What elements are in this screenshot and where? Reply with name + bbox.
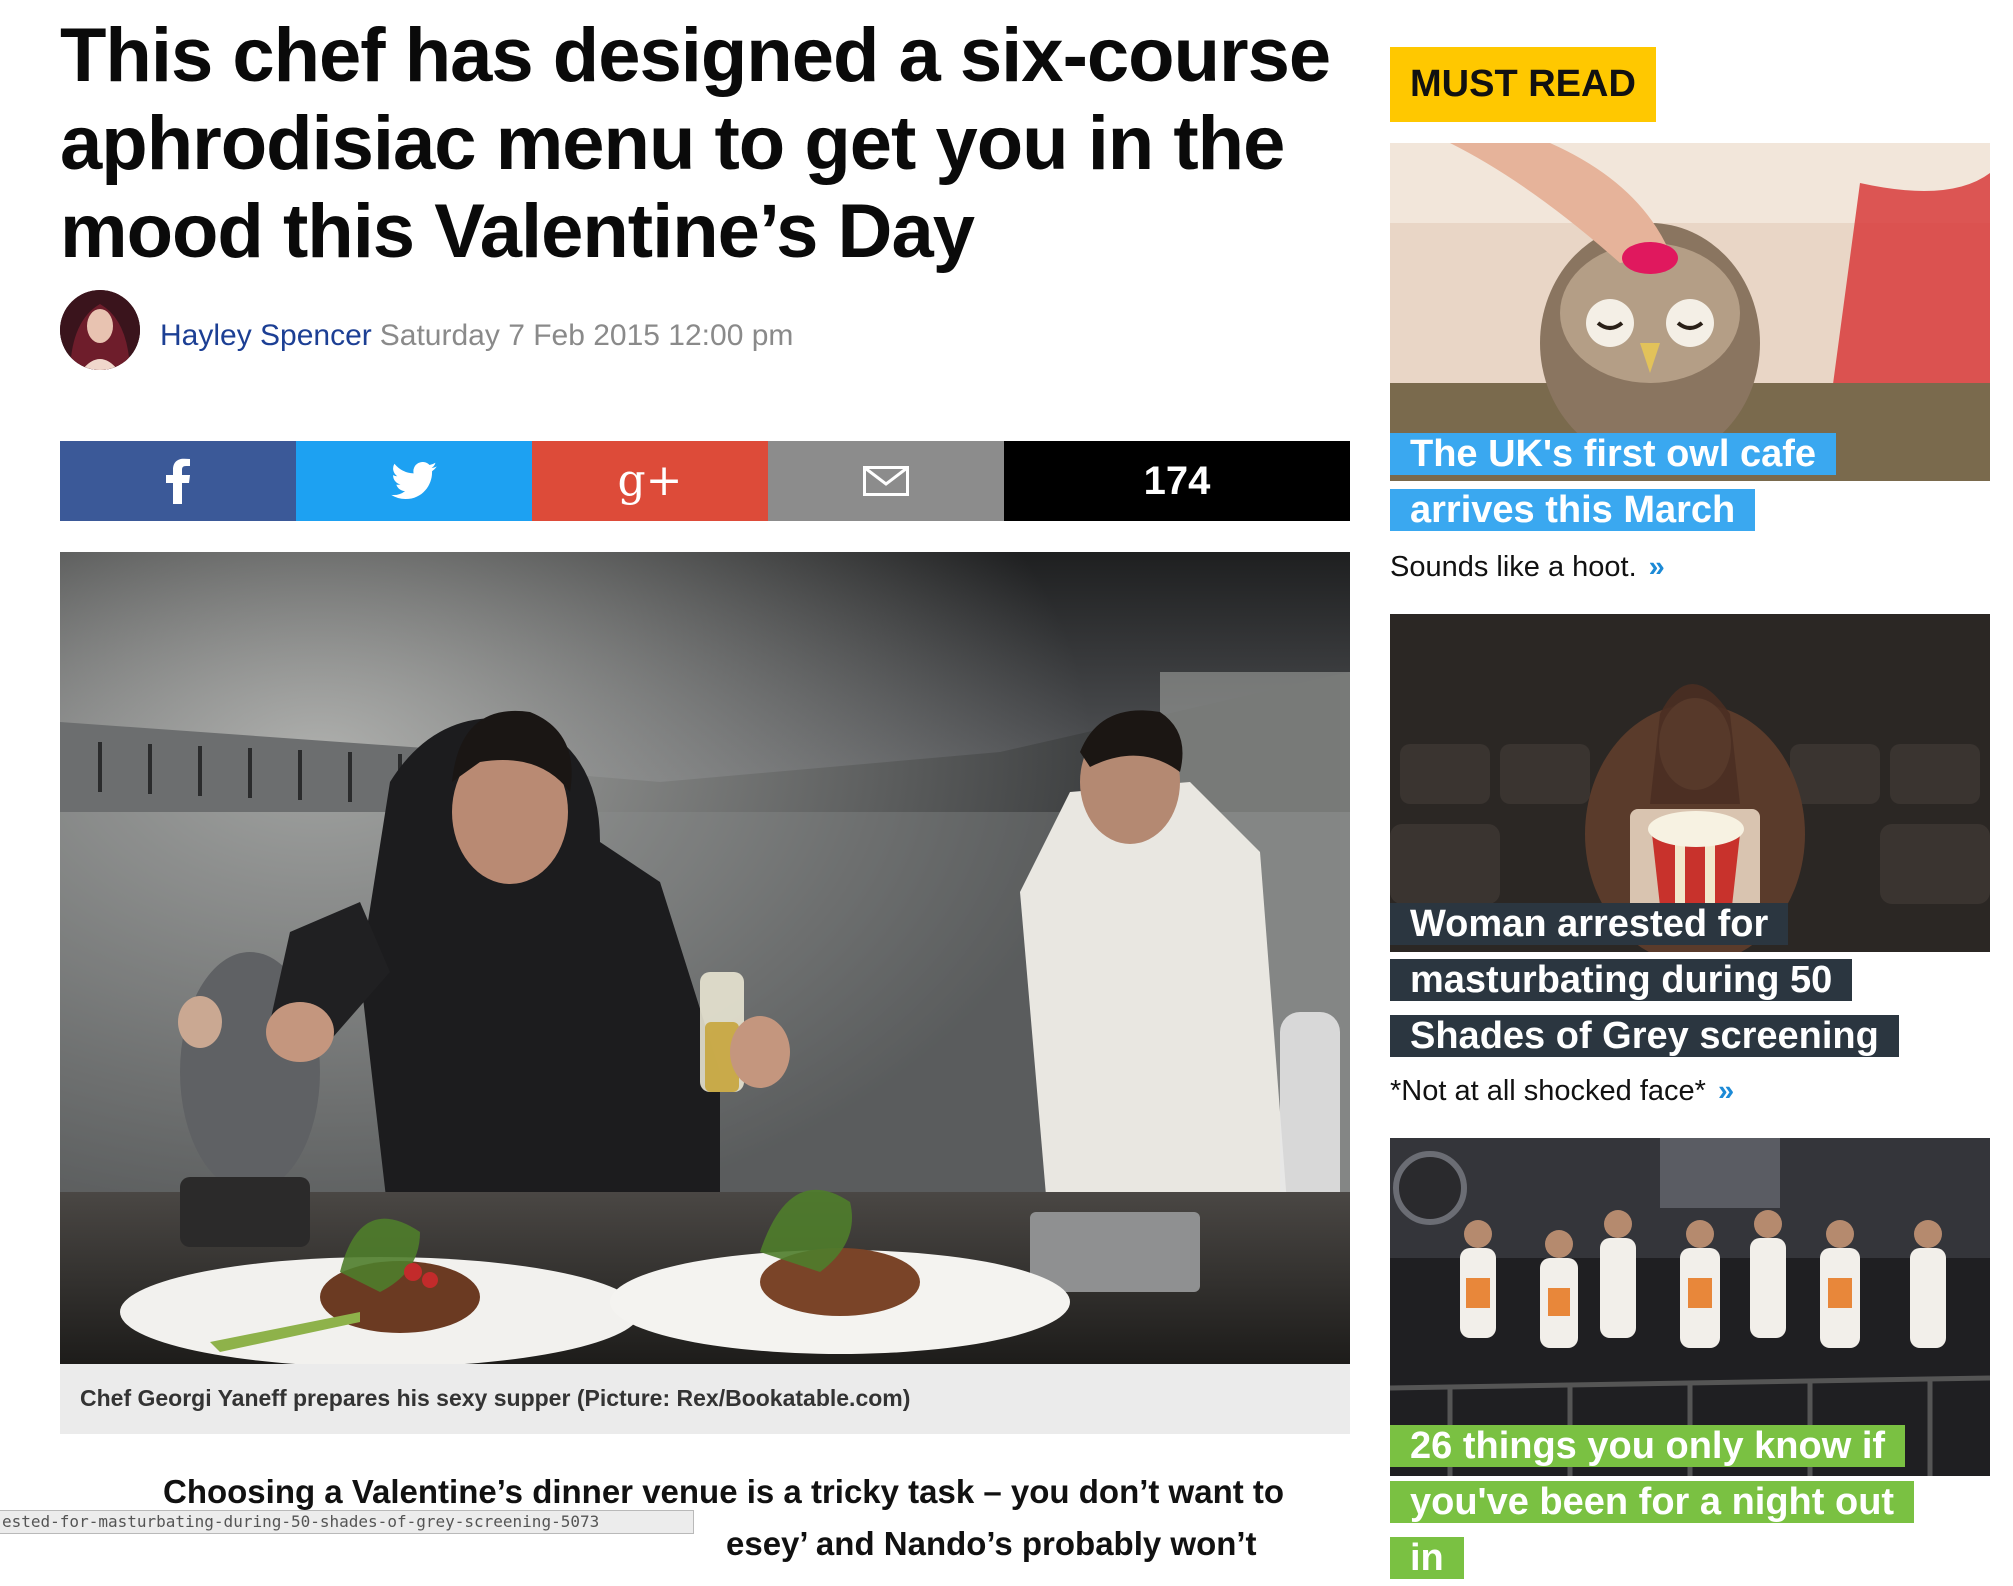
twitter-icon: [391, 462, 437, 500]
must-read-heading: MUST READ: [1390, 47, 1656, 122]
facebook-share-button[interactable]: [60, 441, 296, 521]
publish-date: Saturday 7 Feb 2015 12:00 pm: [379, 319, 794, 352]
author-link[interactable]: Hayley Spencer: [160, 319, 372, 352]
cinema-woman-teaser: *Not at all shocked face*: [1390, 1075, 1706, 1107]
night-out-title[interactable]: 26 things you only know if you've been f…: [1390, 1418, 1950, 1586]
google-plus-icon: g+: [617, 455, 683, 506]
email-icon: [863, 466, 909, 496]
author-avatar[interactable]: [60, 290, 140, 370]
body-line-1: Choosing a Valentine’s dinner venue is a…: [163, 1473, 1285, 1510]
google-plus-share-button[interactable]: g+: [532, 441, 768, 521]
owl-cafe-title[interactable]: The UK's first owl cafe arrives this Mar…: [1390, 426, 1950, 538]
hero-image: [60, 552, 1350, 1364]
owl-cafe-teaser: Sounds like a hoot.: [1390, 551, 1637, 583]
body-line-2: esey’ and Nando’s probably won’t: [726, 1525, 1257, 1562]
email-share-button[interactable]: [768, 441, 1004, 521]
article-headline: This chef has designed a six-course aphr…: [60, 13, 1331, 274]
cinema-woman-title[interactable]: Woman arrested for masturbating during 5…: [1390, 896, 1910, 1064]
cinema-woman-subtitle: *Not at all shocked face* »: [1390, 1071, 1734, 1111]
twitter-share-button[interactable]: [296, 441, 532, 521]
must-read-sidebar: MUST READ The UK's first owl cafe arrive…: [1390, 0, 2013, 1579]
byline: Hayley Spencer Saturday 7 Feb 2015 12:00 …: [160, 316, 793, 356]
owl-cafe-more-link[interactable]: »: [1649, 551, 1665, 583]
hero-caption: Chef Georgi Yaneff prepares his sexy sup…: [60, 1364, 1350, 1434]
owl-cafe-subtitle: Sounds like a hoot. »: [1390, 547, 1665, 587]
share-count: 174: [1004, 441, 1350, 521]
status-bar-url: ested-for-masturbating-during-50-shades-…: [0, 1510, 694, 1534]
share-bar: g+ 174: [60, 441, 1350, 521]
cinema-woman-more-link[interactable]: »: [1718, 1075, 1734, 1107]
facebook-icon: [166, 458, 190, 504]
